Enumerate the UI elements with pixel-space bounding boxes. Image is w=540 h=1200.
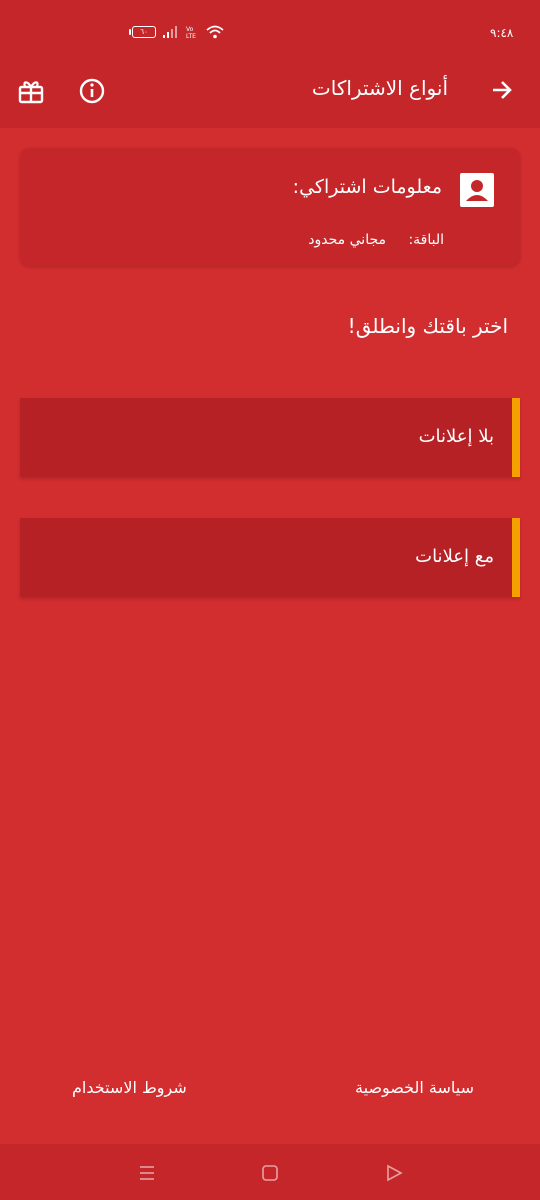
plan-label: الباقة:: [408, 232, 444, 248]
subscription-info-card: معلومات اشتراكي: الباقة: مجاني محدود: [20, 148, 520, 266]
battery-icon: ٦٠: [129, 26, 156, 38]
volte-icon: Vo LTE: [186, 26, 196, 39]
plan-option-with-ads[interactable]: مع إعلانات: [20, 518, 520, 597]
plan-value: مجاني محدود: [308, 232, 386, 248]
system-nav-bar: [0, 1144, 540, 1200]
svg-text:LTE: LTE: [186, 33, 196, 39]
signal-icon: [163, 26, 177, 38]
plan-option-label: مع إعلانات: [415, 546, 494, 567]
info-icon[interactable]: [78, 77, 106, 105]
svg-text:Vo: Vo: [186, 26, 194, 33]
plan-option-label: بلا إعلانات: [418, 426, 494, 447]
user-avatar-icon: [460, 173, 494, 207]
home-icon[interactable]: [259, 1162, 281, 1184]
arrow-right-icon[interactable]: [488, 76, 516, 104]
option-accent-bar: [512, 398, 520, 477]
choose-plan-prompt: اختر باقتك وانطلق!: [347, 314, 508, 338]
app-bar: أنواع الاشتراكات: [0, 52, 540, 128]
battery-level: ٦٠: [140, 28, 148, 36]
wifi-icon: [206, 25, 224, 39]
plan-option-no-ads[interactable]: بلا إعلانات: [20, 398, 520, 477]
subscription-info-title: معلومات اشتراكي:: [292, 176, 442, 198]
page-title: أنواع الاشتراكات: [311, 76, 448, 100]
status-icons: ٦٠ Vo LTE: [129, 25, 224, 39]
back-triangle-icon[interactable]: [383, 1162, 405, 1184]
option-accent-bar: [512, 518, 520, 597]
terms-of-use-link[interactable]: شروط الاستخدام: [72, 1078, 187, 1097]
privacy-policy-link[interactable]: سياسة الخصوصية: [355, 1078, 474, 1097]
gift-icon[interactable]: [16, 76, 46, 106]
status-time: ٩:٤٨: [490, 26, 514, 40]
menu-icon[interactable]: [136, 1162, 158, 1184]
status-bar: ٦٠ Vo LTE ٩:٤٨: [0, 0, 540, 52]
